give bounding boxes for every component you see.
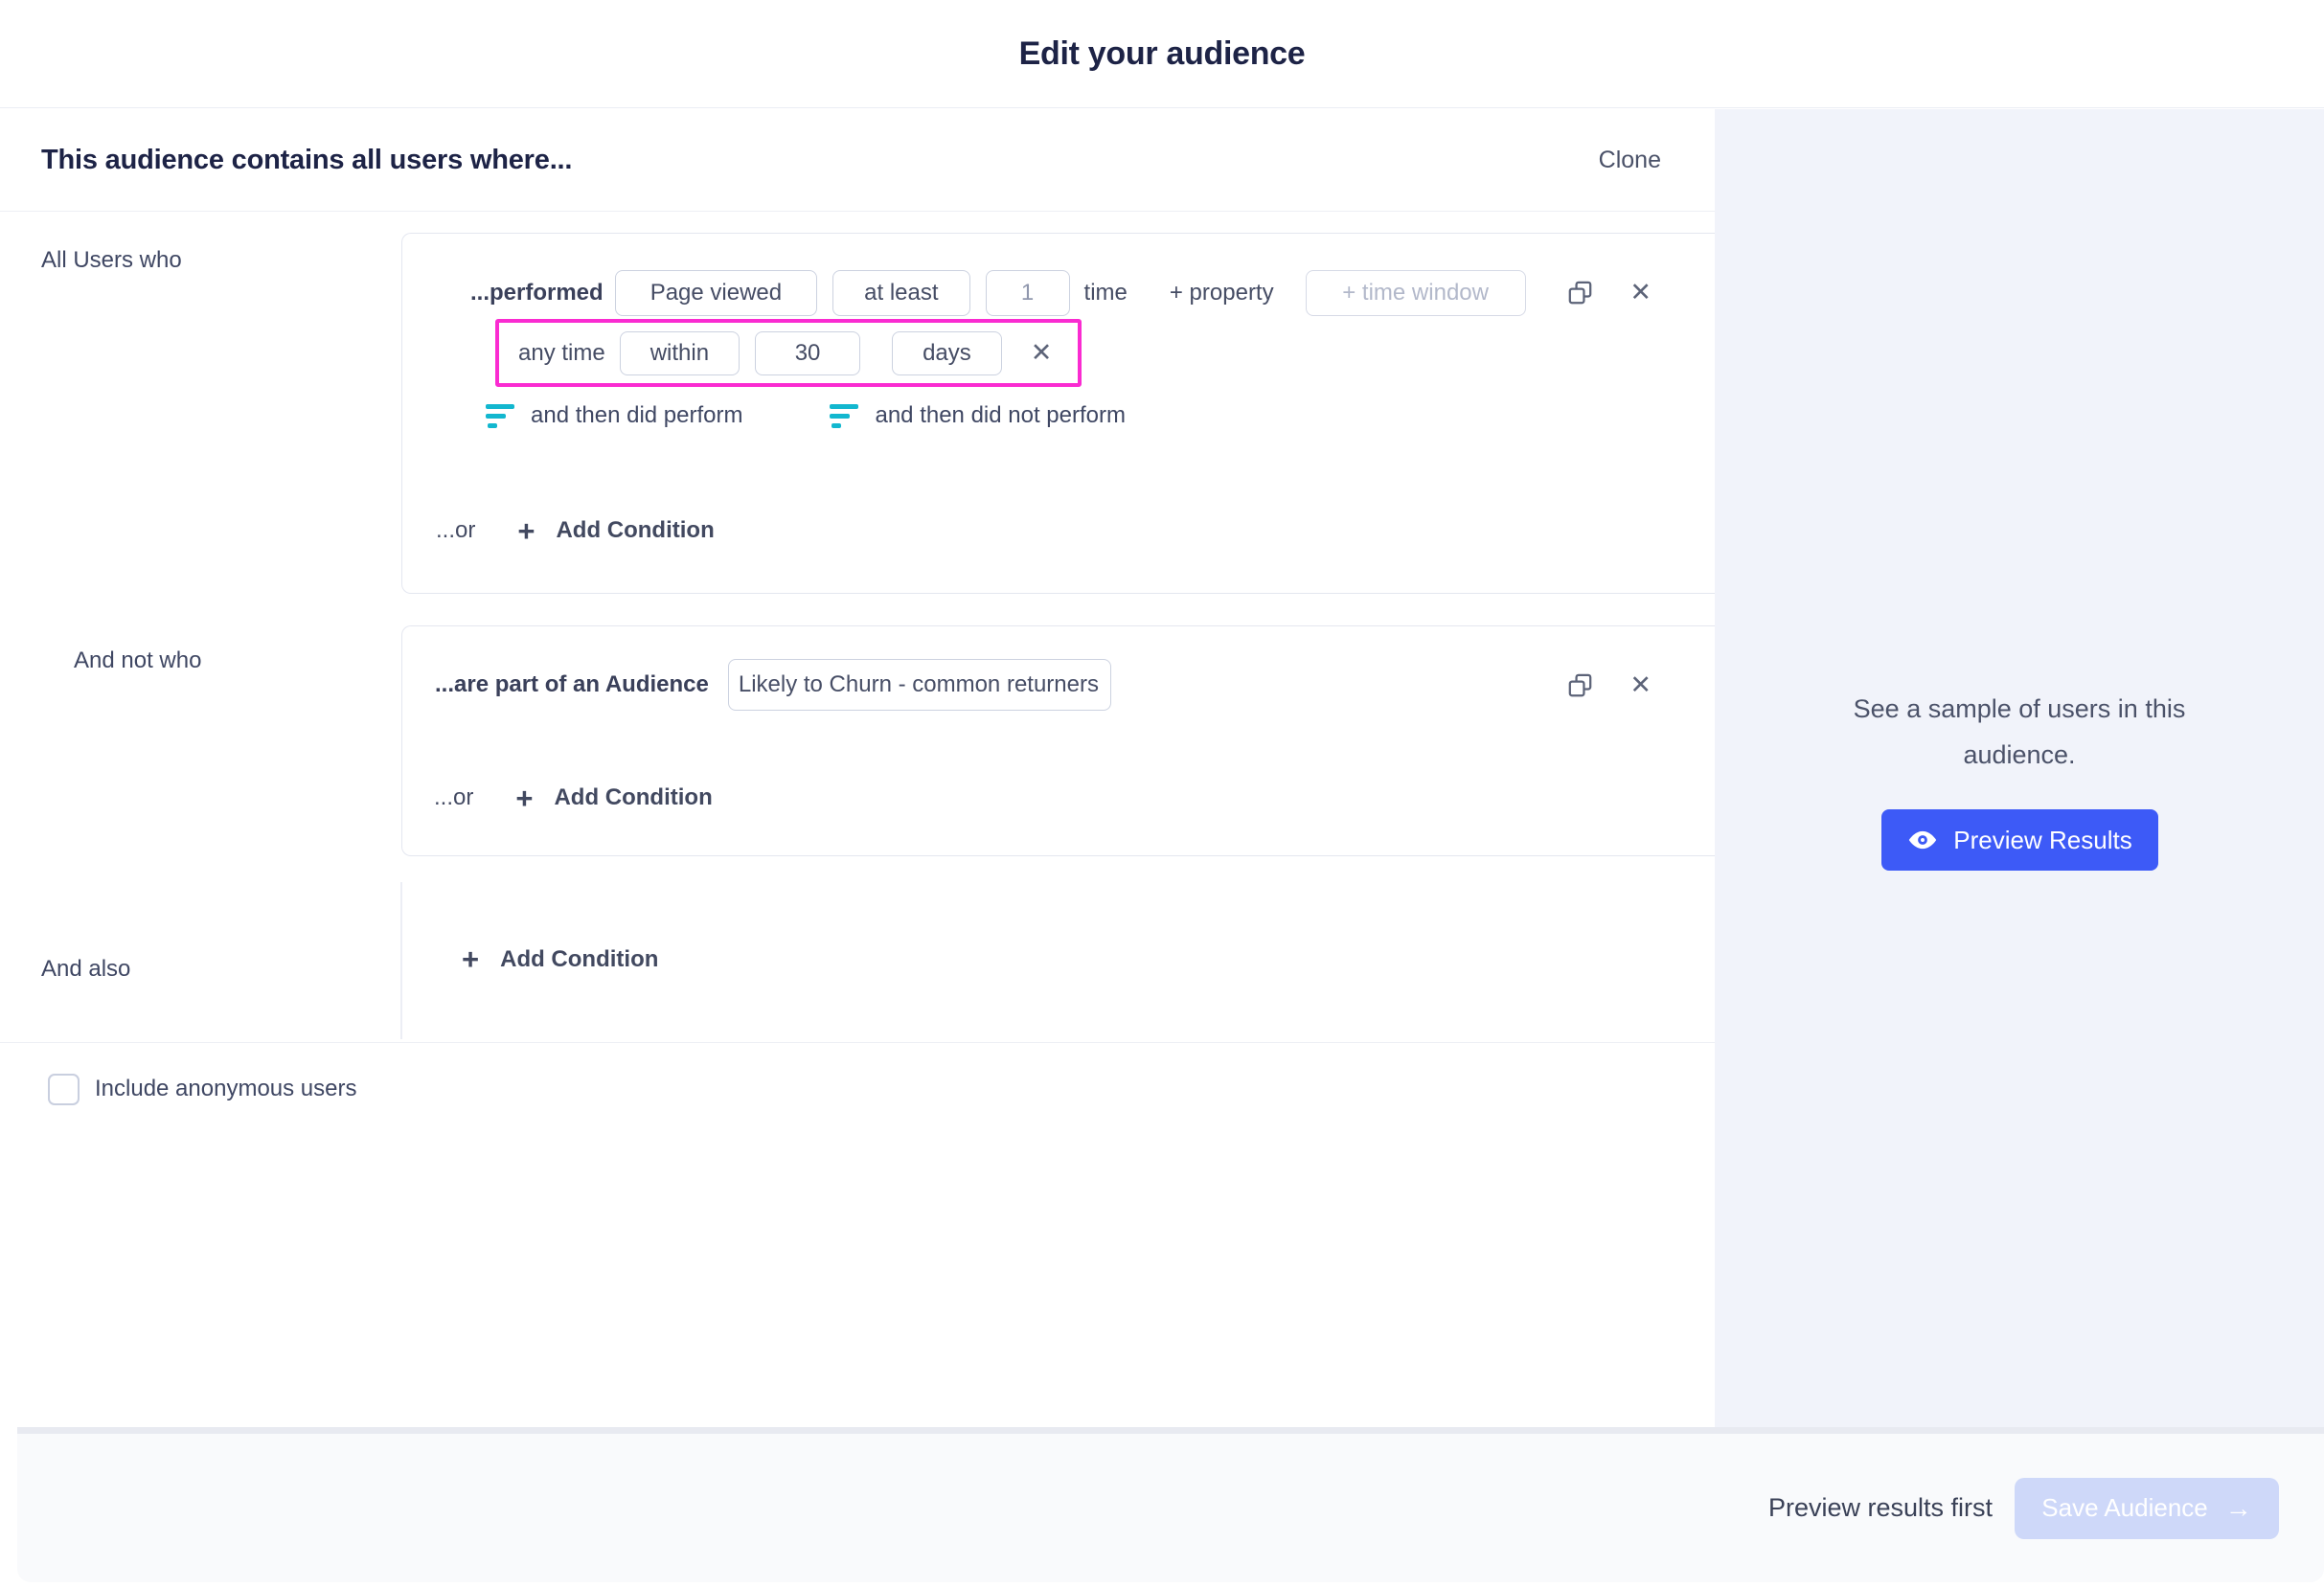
preview-panel: See a sample of users in this audience. … (1715, 109, 2324, 1427)
time-unit-select[interactable]: days (892, 331, 1002, 375)
remove-time-filter-icon[interactable]: ✕ (1031, 340, 1053, 366)
section-divider (0, 1042, 1715, 1043)
condition-row-actions: ✕ (1567, 659, 1652, 711)
count-input[interactable] (986, 270, 1070, 316)
time-value-input[interactable] (755, 331, 860, 375)
add-condition-button[interactable]: + Add Condition (515, 783, 712, 813)
audience-select-input[interactable] (728, 659, 1111, 711)
footer-top-border (17, 1427, 2324, 1434)
builder-heading: This audience contains all users where..… (41, 145, 572, 176)
duplicate-condition-icon[interactable] (1567, 672, 1593, 698)
plus-icon: + (462, 944, 479, 974)
plus-icon: + (515, 783, 533, 813)
or-label: ...or (434, 784, 473, 811)
preview-results-button[interactable]: Preview Results (1881, 809, 2158, 871)
condition-row-actions: ✕ (1567, 269, 1652, 316)
sequence-link-row: and then did perform and then did not pe… (486, 394, 1126, 438)
arrow-right-icon: → (2225, 1495, 2252, 1522)
time-filter-row-highlighted: any time within days ✕ (495, 319, 1082, 387)
clone-button[interactable]: Clone (1599, 147, 1661, 174)
condition-prefix: ...performed (470, 280, 604, 306)
footer-actions: Preview results first Save Audience → (1768, 1434, 2279, 1582)
group-label-all-users: All Users who (41, 247, 182, 274)
eye-icon (1907, 829, 1938, 851)
time-window-input[interactable] (1306, 270, 1526, 316)
condition-prefix: ...are part of an Audience (435, 671, 709, 698)
add-condition-label: Add Condition (500, 946, 658, 973)
include-anonymous-label: Include anonymous users (95, 1076, 357, 1102)
event-select[interactable]: Page viewed (615, 270, 817, 316)
save-audience-button[interactable]: Save Audience → (2015, 1478, 2279, 1539)
include-anonymous-row: Include anonymous users (48, 1072, 357, 1106)
condition-card-and-not-who: ...are part of an Audience ✕ ...or + Add… (401, 625, 1715, 856)
remove-condition-icon[interactable]: ✕ (1629, 280, 1652, 306)
include-anonymous-checkbox[interactable] (48, 1074, 80, 1105)
filter-icon (830, 404, 860, 428)
audience-condition-row: ...are part of an Audience (435, 659, 1111, 711)
dialog-title: Edit your audience (1019, 35, 1306, 73)
then-did-perform-label: and then did perform (531, 402, 742, 429)
dialog-footer: Preview results first Save Audience → (17, 1434, 2324, 1582)
count-suffix-label: time (1084, 280, 1128, 306)
time-filter-prefix: any time (518, 340, 605, 367)
dialog-header: Edit your audience (0, 0, 2324, 108)
group-label-and-not-who: And not who (74, 647, 201, 674)
save-hint-text: Preview results first (1768, 1493, 1993, 1523)
builder-header: This audience contains all users where..… (0, 109, 1715, 212)
add-condition-button[interactable]: + Add Condition (517, 516, 714, 546)
and-also-add-row: + Add Condition (462, 944, 658, 974)
operator-select[interactable]: at least (832, 270, 969, 316)
then-did-not-perform-link[interactable]: and then did not perform (830, 402, 1126, 429)
or-label: ...or (436, 517, 475, 544)
duplicate-condition-icon[interactable] (1567, 280, 1593, 306)
remove-condition-icon[interactable]: ✕ (1629, 672, 1652, 698)
add-condition-label: Add Condition (554, 784, 712, 811)
or-add-condition-row: ...or + Add Condition (436, 508, 715, 554)
group-label-and-also: And also (41, 956, 130, 983)
add-condition-label: Add Condition (556, 517, 714, 544)
plus-icon: + (517, 516, 535, 546)
preview-results-label: Preview Results (1953, 826, 2131, 855)
or-add-condition-row: ...or + Add Condition (434, 775, 713, 821)
and-also-divider (400, 882, 402, 1039)
then-did-not-perform-label: and then did not perform (875, 402, 1126, 429)
filter-icon (486, 404, 516, 428)
save-audience-label: Save Audience (2041, 1493, 2207, 1523)
performed-condition-row: ...performed Page viewed at least time +… (470, 269, 1526, 316)
then-did-perform-link[interactable]: and then did perform (486, 402, 742, 429)
condition-card-all-users: ...performed Page viewed at least time +… (401, 233, 1715, 594)
preview-message: See a sample of users in this audience. (1813, 686, 2225, 778)
time-comparison-select[interactable]: within (620, 331, 740, 375)
add-condition-button[interactable]: + Add Condition (462, 944, 658, 974)
add-property-button[interactable]: + property (1170, 280, 1274, 306)
